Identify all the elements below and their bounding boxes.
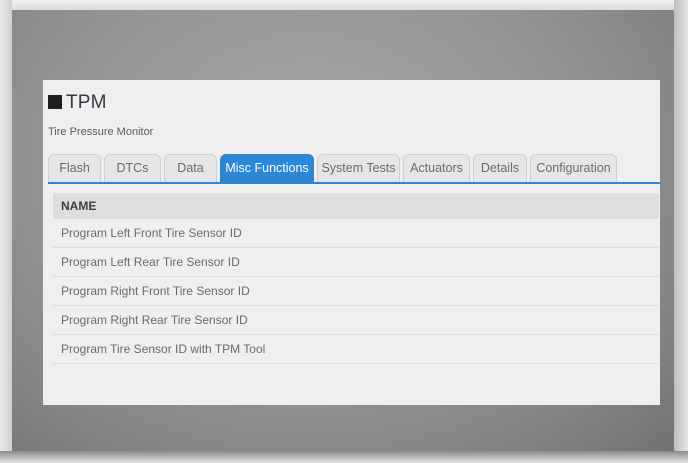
functions-table: NAME Program Left Front Tire Sensor ID P…: [53, 193, 659, 364]
tab-bar: Flash DTCs Data Misc Functions System Te…: [48, 153, 620, 182]
photo-background-left: [0, 0, 12, 463]
photo-background-bottom: [0, 451, 688, 463]
tab-bar-underline: [48, 182, 660, 184]
page-title: TPM: [66, 92, 107, 113]
tab-data[interactable]: Data: [164, 154, 217, 182]
tab-misc-functions[interactable]: Misc Functions: [220, 154, 314, 182]
table-row[interactable]: Program Right Front Tire Sensor ID: [53, 277, 659, 306]
table-row[interactable]: Program Left Front Tire Sensor ID: [53, 219, 659, 248]
column-header-name[interactable]: NAME: [53, 193, 659, 219]
table-row[interactable]: Program Right Rear Tire Sensor ID: [53, 306, 659, 335]
module-logo-icon: [48, 95, 62, 109]
photo-background-top: [0, 0, 688, 10]
tab-dtcs[interactable]: DTCs: [104, 154, 161, 182]
tab-configuration[interactable]: Configuration: [530, 154, 617, 182]
photo-background-right: [674, 0, 688, 463]
tpm-screen: TPM Tire Pressure Monitor Flash DTCs Dat…: [43, 80, 660, 405]
table-row[interactable]: Program Left Rear Tire Sensor ID: [53, 248, 659, 277]
tab-flash[interactable]: Flash: [48, 154, 101, 182]
app-header: TPM: [48, 92, 107, 114]
table-row[interactable]: Program Tire Sensor ID with TPM Tool: [53, 335, 659, 364]
tab-system-tests[interactable]: System Tests: [317, 154, 400, 182]
page-subtitle: Tire Pressure Monitor: [48, 126, 154, 138]
tab-actuators[interactable]: Actuators: [403, 154, 470, 182]
tab-details[interactable]: Details: [473, 154, 527, 182]
